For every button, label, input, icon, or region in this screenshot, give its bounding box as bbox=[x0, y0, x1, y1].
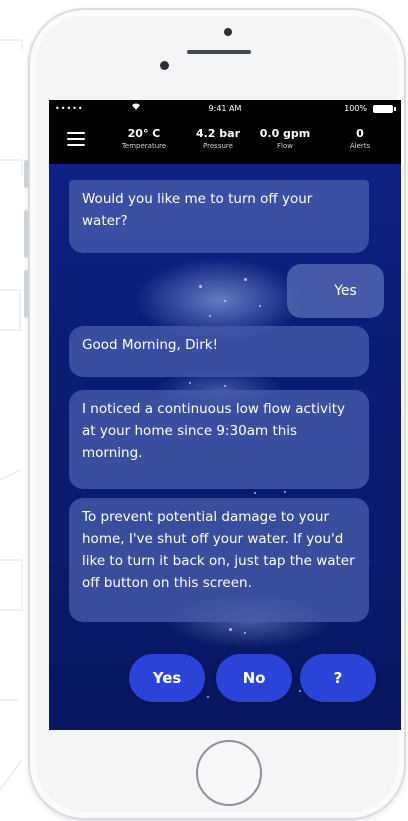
status-bar: ••••• 9:41 AM 100% bbox=[49, 100, 401, 118]
app-screen: ••••• 9:41 AM 100% 20° C Temperature 4.2… bbox=[49, 100, 401, 730]
metric-flow: 0.0 gpm Flow bbox=[250, 127, 320, 150]
metric-value: 0.0 gpm bbox=[259, 127, 311, 140]
yes-button[interactable]: Yes bbox=[129, 654, 205, 702]
metric-temperature: 20° C Temperature bbox=[109, 127, 179, 150]
metric-label: Alerts bbox=[349, 142, 371, 150]
proximity-sensor bbox=[224, 28, 232, 36]
no-button[interactable]: No bbox=[216, 654, 292, 702]
volume-down-button bbox=[24, 270, 29, 318]
metric-value: 0 bbox=[356, 127, 364, 140]
metric-value: 4.2 bar bbox=[195, 127, 241, 140]
mute-switch bbox=[24, 160, 29, 188]
assistant-message: To prevent potential damage to your home… bbox=[69, 498, 369, 622]
help-button[interactable]: ? bbox=[300, 654, 376, 702]
volume-up-button bbox=[24, 210, 29, 258]
assistant-message: Good Morning, Dirk! bbox=[69, 326, 369, 377]
metrics-header: 20° C Temperature 4.2 bar Pressure 0.0 g… bbox=[49, 118, 401, 164]
hamburger-menu-icon[interactable] bbox=[67, 132, 85, 146]
metric-label: Temperature bbox=[121, 142, 167, 150]
user-reply-bubble: Yes bbox=[287, 264, 384, 318]
metric-alerts: 0 Alerts bbox=[325, 127, 395, 150]
metric-label: Flow bbox=[277, 142, 293, 150]
home-button[interactable] bbox=[196, 740, 262, 806]
metric-pressure: 4.2 bar Pressure bbox=[183, 127, 253, 150]
metric-label: Pressure bbox=[203, 142, 233, 150]
assistant-message: I noticed a continuous low flow activity… bbox=[69, 390, 369, 489]
earpiece-speaker bbox=[187, 50, 251, 54]
battery-icon bbox=[373, 105, 396, 113]
front-camera bbox=[160, 61, 169, 70]
metric-value: 20° C bbox=[127, 127, 161, 140]
battery-percent: 100% bbox=[344, 104, 367, 113]
assistant-message: Would you like me to turn off your water… bbox=[69, 180, 369, 253]
